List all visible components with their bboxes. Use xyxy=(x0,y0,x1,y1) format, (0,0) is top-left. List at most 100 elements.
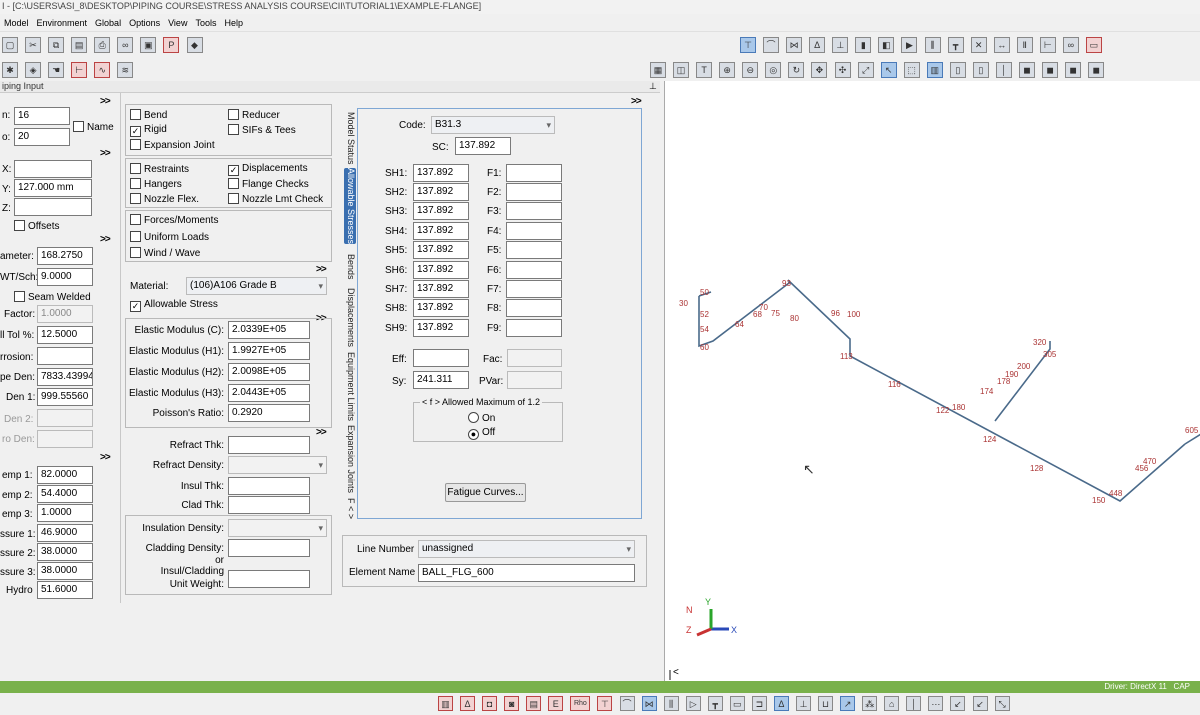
force-icon[interactable]: ✕ xyxy=(970,37,987,53)
binoculars-icon[interactable]: ∞ xyxy=(1062,37,1079,53)
factor-field[interactable]: 1.0000 xyxy=(37,305,93,323)
column-icon[interactable]: Ⅱ xyxy=(1016,37,1033,53)
temp-3-field[interactable]: 1.0000 xyxy=(37,504,93,522)
corrosion-field[interactable] xyxy=(37,347,93,365)
reducer-icon[interactable]: ▷ xyxy=(685,696,701,711)
wave-icon[interactable]: ∿ xyxy=(94,62,111,78)
tab-model-status[interactable]: Model Status xyxy=(344,112,356,165)
sh5-field[interactable]: 137.892 xyxy=(413,241,469,259)
hydro-pressure-field[interactable]: 51.6000 xyxy=(37,581,93,599)
arrow-alt-icon[interactable]: ↙ xyxy=(972,696,988,711)
f7-field[interactable] xyxy=(506,280,562,298)
hanger-icon[interactable]: ⊥ xyxy=(832,37,849,53)
refract-density-dropdown[interactable] xyxy=(228,456,327,474)
model-3d-view[interactable]: 30 50 52 54 60 64 70 68 75 80 93 96 100 … xyxy=(664,81,1200,681)
fill-icon[interactable]: ◈ xyxy=(25,62,42,78)
weight-icon[interactable]: ▥ xyxy=(438,696,453,711)
sh6-field[interactable]: 137.892 xyxy=(413,261,469,279)
f8-field[interactable] xyxy=(506,299,562,317)
scroll-left-arrow[interactable]: < xyxy=(673,667,679,678)
allowed-max-off-radio[interactable]: ● Off xyxy=(468,427,495,440)
menu-global[interactable]: Global xyxy=(95,14,121,32)
collapse-toggle[interactable]: >> xyxy=(316,427,327,438)
clad-thk-field[interactable] xyxy=(228,496,310,514)
tee-view-icon[interactable]: T xyxy=(696,62,713,78)
f9-field[interactable] xyxy=(506,319,562,337)
zoom-window-icon[interactable]: ◎ xyxy=(765,62,782,78)
sh3-field[interactable]: 137.892 xyxy=(413,202,469,220)
move-icon[interactable]: ✣ xyxy=(834,62,851,78)
cut-icon[interactable]: ✂ xyxy=(25,37,42,53)
fac-field[interactable] xyxy=(507,349,562,367)
tee-icon[interactable]: ⊤ xyxy=(597,696,613,711)
sh1-field[interactable]: 137.892 xyxy=(413,164,469,182)
print-icon[interactable]: ⎙ xyxy=(94,37,111,53)
view-front-icon[interactable]: ◼ xyxy=(1019,62,1035,78)
insulation-density-dropdown[interactable] xyxy=(228,519,327,537)
node-icon[interactable]: ✱ xyxy=(2,62,18,78)
eff-field[interactable] xyxy=(413,349,469,367)
temp-2-field[interactable]: 54.4000 xyxy=(37,485,93,503)
poissons-ratio-field[interactable]: 0.2920 xyxy=(228,404,310,422)
allowable-stress-checkbox[interactable]: ✓ Allowable Stress xyxy=(130,299,218,312)
open-icon[interactable]: ▢ xyxy=(2,37,18,53)
elastic-modulus-c-field[interactable]: 2.0339E+05 xyxy=(228,321,310,339)
wire-icon[interactable]: ▯ xyxy=(972,62,989,78)
wt-field[interactable]: 9.0000 xyxy=(37,268,93,286)
flange-icon[interactable]: ◧ xyxy=(878,37,895,53)
seam-welded-checkbox[interactable]: Seam Welded xyxy=(14,291,91,303)
render-icon[interactable]: ◆ xyxy=(186,37,203,53)
restraint-icon[interactable]: ⊤ xyxy=(740,37,756,53)
tab-bends[interactable]: Bends xyxy=(344,254,356,280)
save-icon[interactable]: ▣ xyxy=(140,37,157,53)
tab-f[interactable]: F < > xyxy=(344,498,356,519)
allowed-max-on-radio[interactable]: On xyxy=(468,412,495,424)
sh8-field[interactable]: 137.892 xyxy=(413,299,469,317)
pressure-icon[interactable]: ⌂ xyxy=(884,696,900,711)
expansion-joint-checkbox[interactable]: Expansion Joint xyxy=(130,139,215,151)
collapse-toggle[interactable]: >> xyxy=(316,264,327,275)
to-node-field[interactable]: 20 xyxy=(14,128,70,146)
pressure-1-field[interactable]: 46.9000 xyxy=(37,524,93,542)
sh2-field[interactable]: 137.892 xyxy=(413,183,469,201)
pressure-2-field[interactable]: 38.0000 xyxy=(37,543,93,561)
name-checkbox[interactable]: Name xyxy=(73,121,114,133)
fluid-density-1-field[interactable]: 999.55560 xyxy=(37,388,93,406)
delta-icon[interactable]: Δ xyxy=(460,696,476,711)
collapse-toggle[interactable]: >> xyxy=(100,234,111,245)
pvar-field[interactable] xyxy=(507,371,562,389)
support-icon[interactable]: ⊐ xyxy=(751,696,767,711)
unit-weight-field[interactable] xyxy=(228,570,310,588)
collapse-toggle[interactable]: >> xyxy=(631,96,642,107)
link-icon[interactable]: ∞ xyxy=(117,37,134,53)
joint-icon[interactable]: ⫼ xyxy=(663,696,679,711)
fit-icon[interactable]: ⤢ xyxy=(857,62,874,78)
bend-icon[interactable]: ⌒ xyxy=(763,37,780,53)
reducer-checkbox[interactable]: Reducer xyxy=(228,109,280,121)
fatigue-curves-button[interactable]: Fatigue Curves... xyxy=(445,483,526,502)
copy-icon[interactable]: ⧉ xyxy=(48,37,65,53)
displacement-icon[interactable]: Δ xyxy=(773,696,789,711)
pipe-density-field[interactable]: 7833.43994 xyxy=(37,368,93,386)
sh7-field[interactable]: 137.892 xyxy=(413,280,469,298)
line-number-dropdown[interactable]: unassigned xyxy=(418,540,635,558)
dy-field[interactable]: 127.000 mm xyxy=(14,179,92,197)
tab-equipment-limits[interactable]: Equipment Limits xyxy=(344,352,356,421)
stress-icon[interactable]: ▤ xyxy=(526,696,542,711)
sh4-field[interactable]: 137.892 xyxy=(413,222,469,240)
collapse-toggle[interactable]: >> xyxy=(100,96,111,107)
f5-field[interactable] xyxy=(506,241,562,259)
rotate-icon[interactable]: ↻ xyxy=(788,62,805,78)
f4-field[interactable] xyxy=(506,222,562,240)
rigid-icon[interactable]: ▭ xyxy=(729,696,745,711)
cylinder-icon[interactable]: ▯ xyxy=(949,62,966,78)
reducer-icon[interactable]: ▶ xyxy=(901,37,918,53)
collapse-toggle[interactable]: >> xyxy=(100,148,111,159)
insul-thk-field[interactable] xyxy=(228,477,310,495)
code-dropdown[interactable]: B31.3 xyxy=(431,116,555,134)
snow-icon[interactable]: ⊢ xyxy=(1039,37,1056,53)
sc-field[interactable]: 137.892 xyxy=(455,137,511,155)
refract-thk-field[interactable] xyxy=(228,436,310,454)
delta-icon[interactable]: Δ xyxy=(809,37,826,53)
sifs-tees-checkbox[interactable]: SIFs & Tees xyxy=(228,124,296,136)
